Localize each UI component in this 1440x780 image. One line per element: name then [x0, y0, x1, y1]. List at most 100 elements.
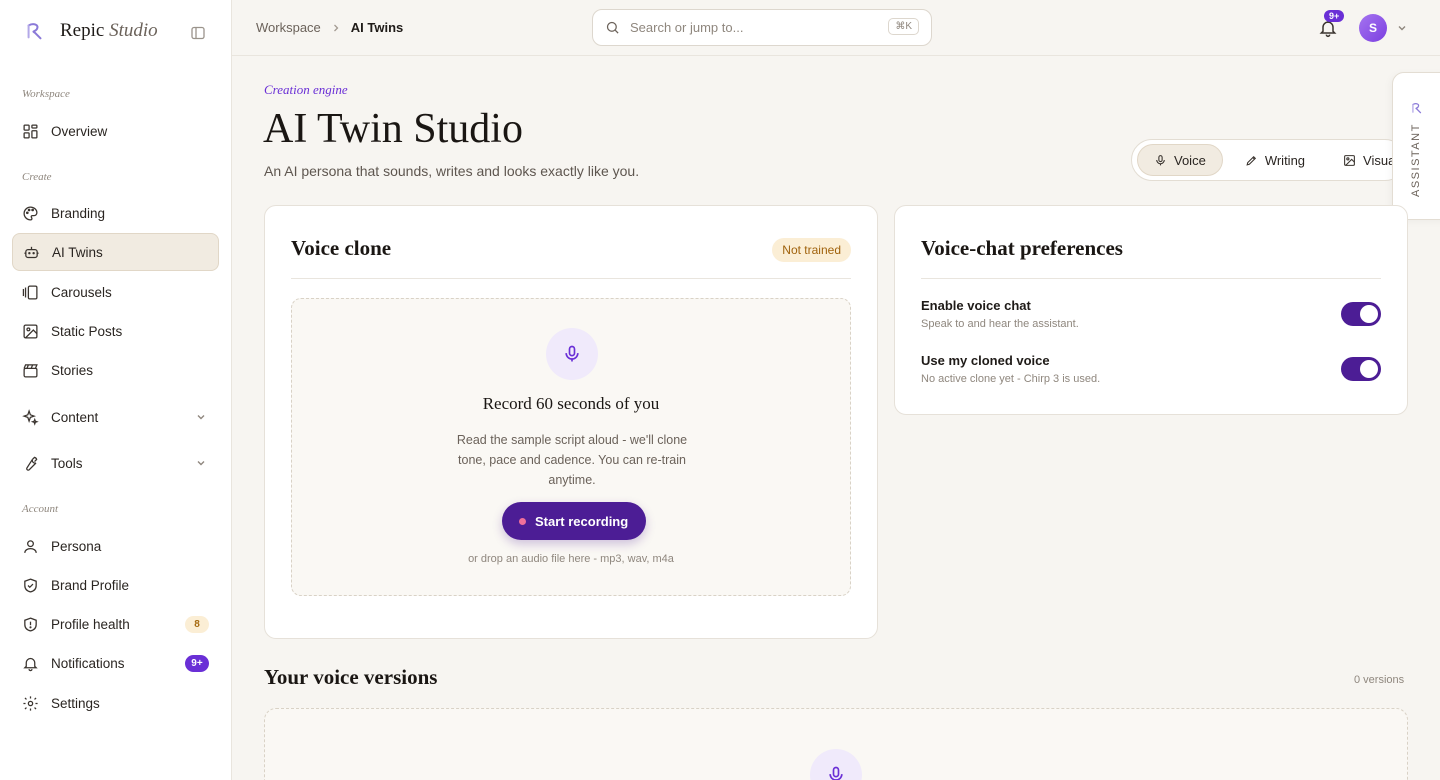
shield-alert-icon — [24, 616, 37, 632]
sidebar-item-label: AI Twins — [52, 244, 103, 260]
tab-voice[interactable]: Voice — [1137, 144, 1223, 176]
breadcrumb-workspace[interactable]: Workspace — [256, 20, 321, 35]
sidebar-item-profile-health[interactable]: Profile health 8 — [12, 605, 219, 643]
brand-logo[interactable]: Repic Studio — [24, 20, 158, 42]
sidebar-item-static-posts[interactable]: Static Posts — [12, 312, 219, 350]
image-icon — [1344, 154, 1355, 166]
search-icon — [606, 21, 619, 34]
bot-icon — [24, 246, 39, 258]
pref-description: No active clone yet - Chirp 3 is used. — [921, 373, 1101, 385]
sidebar-item-label: Settings — [51, 695, 100, 711]
sidebar-item-label: Static Posts — [51, 323, 123, 339]
sidebar-item-label: Notifications — [51, 655, 125, 671]
breadcrumb-current: AI Twins — [350, 20, 404, 35]
sidebar-item-overview[interactable]: Overview — [12, 112, 219, 150]
sidebar-item-content[interactable]: Content — [12, 398, 219, 436]
pref-title: Enable voice chat — [921, 298, 1031, 313]
sidebar-item-label: Brand Profile — [51, 577, 130, 593]
sidebar-item-persona[interactable]: Persona — [12, 527, 219, 565]
divider — [291, 278, 851, 279]
notifications-count-badge: 9+ — [1324, 10, 1345, 22]
sidebar-item-tools[interactable]: Tools — [12, 444, 219, 482]
toggle-knob — [1360, 360, 1378, 378]
sidebar-item-carousels[interactable]: Carousels — [12, 273, 219, 311]
sidebar-item-label: Content — [51, 409, 99, 425]
sidebar-item-label: Carousels — [51, 284, 112, 300]
card-title: Voice clone — [291, 236, 392, 260]
search-shortcut: ⌘K — [888, 18, 919, 35]
sidebar-item-label: Stories — [51, 362, 94, 378]
audio-dropzone[interactable]: Record 60 seconds of you Read the sample… — [291, 298, 851, 596]
sidebar-item-label: Overview — [51, 123, 108, 139]
shield-check-icon — [24, 577, 37, 593]
chevron-down-icon[interactable] — [1396, 22, 1408, 34]
versions-count: 0 versions — [1354, 674, 1405, 686]
sidebar-item-branding[interactable]: Branding — [12, 194, 219, 232]
sidebar-item-stories[interactable]: Stories — [12, 351, 219, 389]
repic-logo-icon — [27, 23, 42, 40]
studio-mode-tabs: Voice Writing Visual — [1131, 139, 1406, 181]
chevron-right-icon — [333, 24, 339, 31]
assistant-label: ASSISTANT — [1410, 123, 1422, 197]
mic-badge — [546, 328, 598, 380]
user-icon — [24, 539, 37, 553]
breadcrumb: Workspace AI Twins — [256, 20, 403, 35]
palette-icon — [23, 205, 38, 221]
tab-label: Writing — [1264, 152, 1306, 168]
sidebar-item-settings[interactable]: Settings — [12, 684, 219, 722]
versions-section-title: Your voice versions — [264, 665, 438, 689]
toggle-knob — [1360, 305, 1378, 323]
assistant-panel-toggle[interactable]: ASSISTANT — [1392, 72, 1440, 220]
enable-voice-chat-toggle[interactable] — [1341, 302, 1381, 326]
mic-icon — [565, 345, 579, 362]
tab-label: Voice — [1174, 152, 1206, 168]
gear-icon — [23, 695, 38, 711]
pref-title: Use my cloned voice — [921, 353, 1050, 368]
sidebar-item-label: Tools — [51, 455, 83, 471]
bell-icon — [23, 657, 38, 671]
divider — [921, 278, 1381, 279]
user-avatar[interactable]: S — [1359, 14, 1387, 42]
use-cloned-voice-toggle[interactable] — [1341, 357, 1381, 381]
pencil-icon — [1246, 155, 1256, 166]
record-dot-icon — [519, 517, 526, 525]
mic-icon — [1156, 154, 1165, 165]
search-input[interactable] — [630, 20, 870, 35]
chevron-down-icon — [197, 461, 205, 466]
profile-health-badge: 8 — [185, 615, 209, 633]
clapperboard-icon — [23, 363, 38, 378]
page-subtitle: An AI persona that sounds, writes and lo… — [264, 163, 640, 179]
grid-icon — [23, 123, 38, 139]
card-title: Voice-chat preferences — [921, 236, 1123, 260]
mic-badge — [810, 749, 862, 780]
page-eyebrow: Creation engine — [264, 82, 348, 97]
start-recording-button[interactable]: Start recording — [502, 502, 647, 540]
sidebar-item-notifications[interactable]: Notifications 9+ — [12, 644, 219, 682]
notifications-badge: 9+ — [185, 654, 209, 672]
training-status-badge: Not trained — [772, 238, 851, 262]
sidebar-item-label: Persona — [51, 538, 102, 554]
pref-use-cloned-voice: Use my cloned voice No active clone yet … — [921, 353, 1381, 393]
brand-name: Repic Studio — [60, 20, 158, 41]
record-description: Read the sample script aloud - we'll clo… — [456, 433, 688, 487]
sidebar-collapse-icon[interactable] — [190, 25, 206, 41]
versions-empty-state — [264, 708, 1408, 780]
mic-icon — [829, 766, 843, 780]
chevron-down-icon — [197, 415, 205, 420]
sidebar-item-ai-twins[interactable]: AI Twins — [12, 233, 219, 271]
wrench-icon — [26, 456, 38, 471]
repic-logo-icon — [1412, 103, 1422, 114]
voice-chat-preferences-card: Voice-chat preferences Enable voice chat… — [894, 205, 1408, 415]
search-bar[interactable]: ⌘K — [592, 9, 932, 46]
image-icon — [23, 323, 38, 339]
tab-writing[interactable]: Writing — [1229, 144, 1321, 176]
section-label-create: Create — [22, 171, 52, 183]
page-title: AI Twin Studio — [263, 106, 523, 152]
sidebar-item-brand-profile[interactable]: Brand Profile — [12, 566, 219, 604]
section-label-account: Account — [22, 503, 59, 515]
drop-hint: or drop an audio file here - mp3, wav, m… — [468, 553, 674, 565]
topbar: Workspace AI Twins ⌘K 9+ S — [232, 0, 1440, 56]
carousel-icon — [22, 284, 38, 300]
sidebar-item-label: Profile health — [51, 616, 130, 632]
record-title: Record 60 seconds of you — [482, 394, 660, 413]
